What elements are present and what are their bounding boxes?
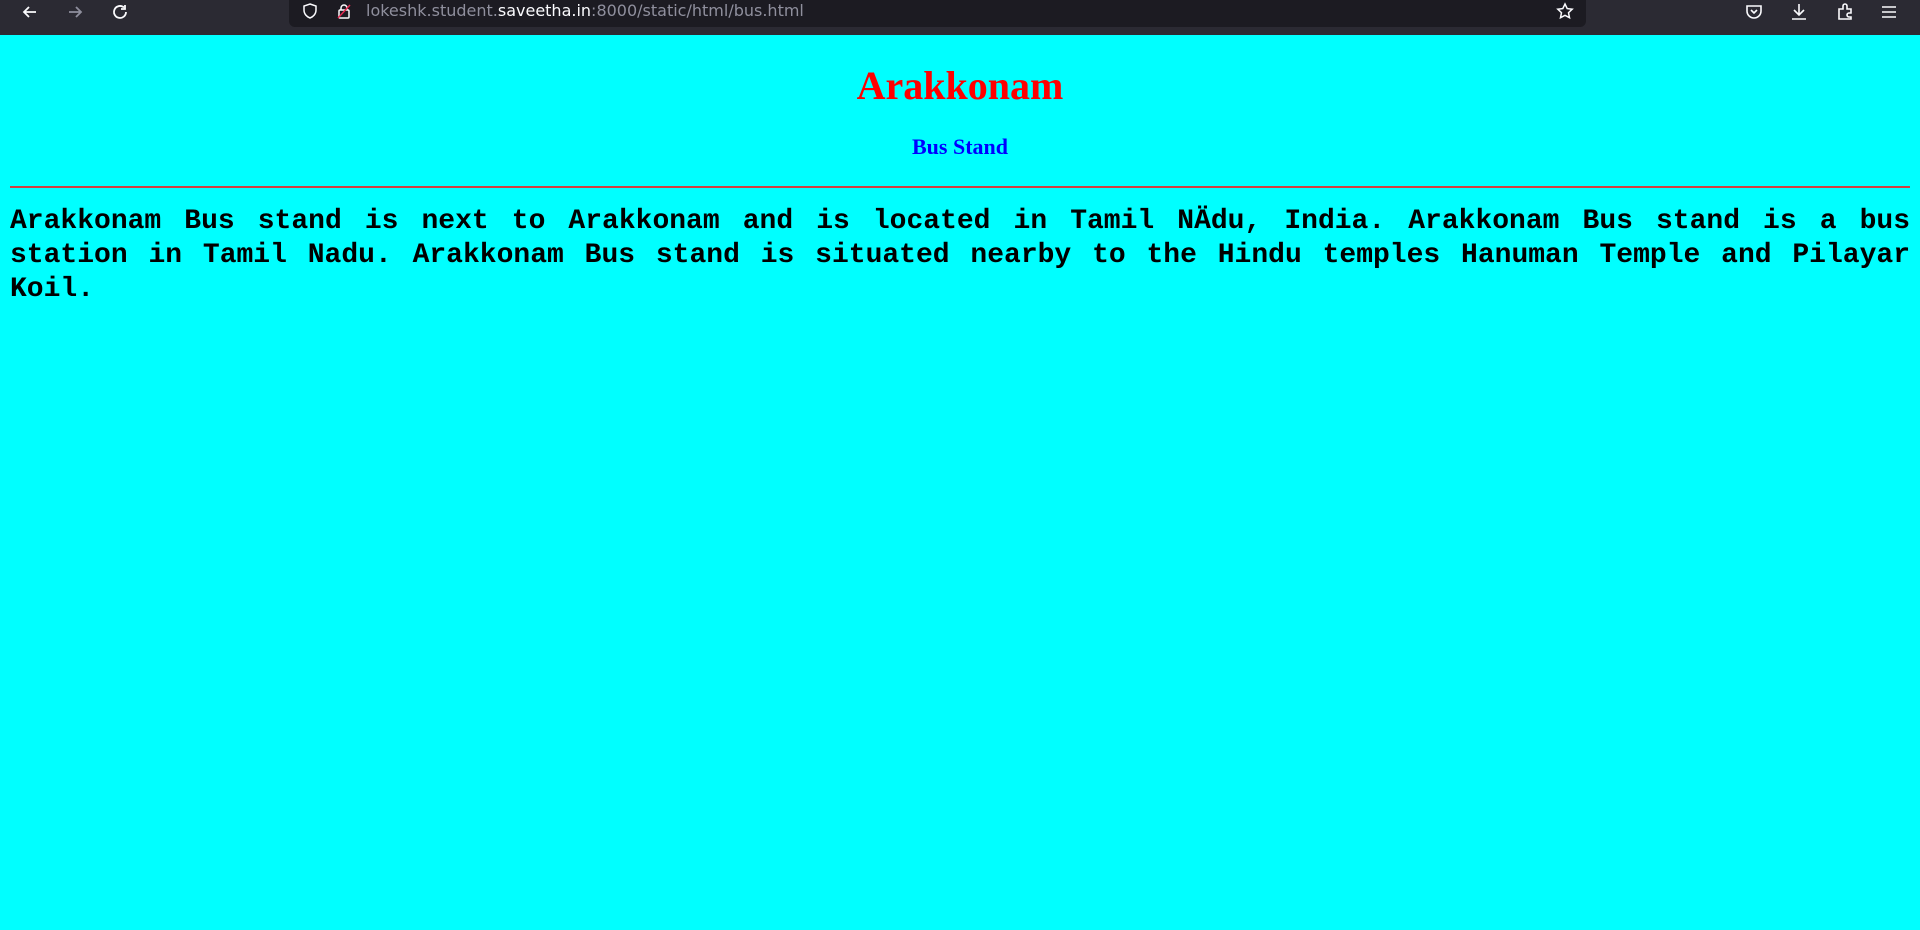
- pocket-icon[interactable]: [1739, 0, 1769, 24]
- url-text[interactable]: lokeshk.student.saveetha.in:8000/static/…: [366, 0, 804, 22]
- star-icon[interactable]: [1553, 0, 1577, 22]
- divider: [10, 186, 1910, 188]
- download-icon[interactable]: [1784, 0, 1814, 24]
- page-subtitle: Bus Stand: [911, 134, 1008, 159]
- reload-icon[interactable]: [105, 0, 135, 24]
- lock-icon[interactable]: [332, 0, 356, 22]
- page-title: Arakkonam: [856, 63, 1064, 108]
- menu-icon[interactable]: [1874, 0, 1904, 24]
- url-prefix: lokeshk.student.: [366, 1, 498, 20]
- url-host: saveetha.in: [497, 1, 592, 20]
- address-bar[interactable]: lokeshk.student.saveetha.in:8000/static/…: [289, 0, 1586, 27]
- extensions-icon[interactable]: [1830, 0, 1860, 24]
- browser-toolbar: lokeshk.student.saveetha.in:8000/static/…: [0, 0, 1920, 35]
- description-paragraph: Arakkonam Bus stand is next to Arakkonam…: [10, 206, 1910, 305]
- page-content: Arakkonam Bus Stand Arakkonam Bus stand …: [0, 35, 1920, 930]
- shield-icon[interactable]: [298, 0, 322, 22]
- forward-icon[interactable]: [60, 0, 90, 24]
- back-icon[interactable]: [15, 0, 45, 24]
- url-suffix: :8000/static/html/bus.html: [591, 1, 804, 20]
